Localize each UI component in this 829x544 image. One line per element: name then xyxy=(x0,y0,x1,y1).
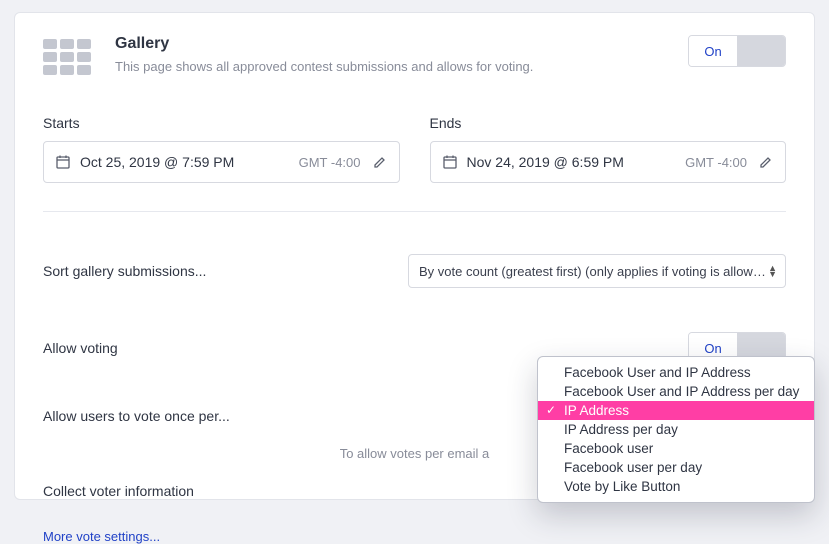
sort-label: Sort gallery submissions... xyxy=(43,263,206,279)
dropdown-option[interactable]: Facebook User and IP Address xyxy=(538,363,814,382)
dropdown-option[interactable]: Facebook User and IP Address per day xyxy=(538,382,814,401)
edit-icon[interactable] xyxy=(759,155,773,169)
toggle-off-side xyxy=(737,36,785,66)
ends-column: Ends Nov 24, 2019 @ 6:59 PM GMT -4:00 xyxy=(430,115,787,183)
starts-tz: GMT -4:00 xyxy=(299,155,361,170)
date-range-row: Starts Oct 25, 2019 @ 7:59 PM GMT -4:00 … xyxy=(15,75,814,183)
more-vote-settings-link[interactable]: More vote settings... xyxy=(15,529,814,544)
section-divider xyxy=(43,211,786,212)
ends-input[interactable]: Nov 24, 2019 @ 6:59 PM GMT -4:00 xyxy=(430,141,787,183)
allow-voting-label: Allow voting xyxy=(43,340,118,356)
page-title: Gallery xyxy=(115,35,533,53)
ends-tz: GMT -4:00 xyxy=(685,155,747,170)
edit-icon[interactable] xyxy=(373,155,387,169)
starts-value: Oct 25, 2019 @ 7:59 PM xyxy=(80,154,299,170)
vote-once-label: Allow users to vote once per... xyxy=(43,408,230,424)
select-caret-icon: ▲▼ xyxy=(768,265,777,277)
sort-value: By vote count (greatest first) (only app… xyxy=(419,264,768,279)
sort-select[interactable]: By vote count (greatest first) (only app… xyxy=(408,254,786,288)
starts-input[interactable]: Oct 25, 2019 @ 7:59 PM GMT -4:00 xyxy=(43,141,400,183)
starts-column: Starts Oct 25, 2019 @ 7:59 PM GMT -4:00 xyxy=(43,115,400,183)
calendar-icon xyxy=(56,155,70,169)
gallery-grid-icon xyxy=(43,39,91,75)
ends-label: Ends xyxy=(430,115,787,131)
dropdown-option[interactable]: IP Address per day xyxy=(538,420,814,439)
dropdown-option[interactable]: Facebook user xyxy=(538,439,814,458)
page-subtitle: This page shows all approved contest sub… xyxy=(115,59,533,74)
collect-voter-label: Collect voter information xyxy=(43,483,194,499)
ends-value: Nov 24, 2019 @ 6:59 PM xyxy=(467,154,686,170)
dropdown-option-selected[interactable]: IP Address xyxy=(538,401,814,420)
card-header: Gallery This page shows all approved con… xyxy=(15,13,814,75)
dropdown-option[interactable]: Vote by Like Button xyxy=(538,477,814,496)
sort-row: Sort gallery submissions... By vote coun… xyxy=(15,254,814,288)
starts-label: Starts xyxy=(43,115,400,131)
gallery-enabled-toggle[interactable]: On xyxy=(688,35,786,67)
header-text: Gallery This page shows all approved con… xyxy=(115,35,533,74)
calendar-icon xyxy=(443,155,457,169)
toggle-on-label: On xyxy=(689,36,737,66)
dropdown-option[interactable]: Facebook user per day xyxy=(538,458,814,477)
vote-once-dropdown[interactable]: Facebook User and IP Address Facebook Us… xyxy=(537,356,815,503)
